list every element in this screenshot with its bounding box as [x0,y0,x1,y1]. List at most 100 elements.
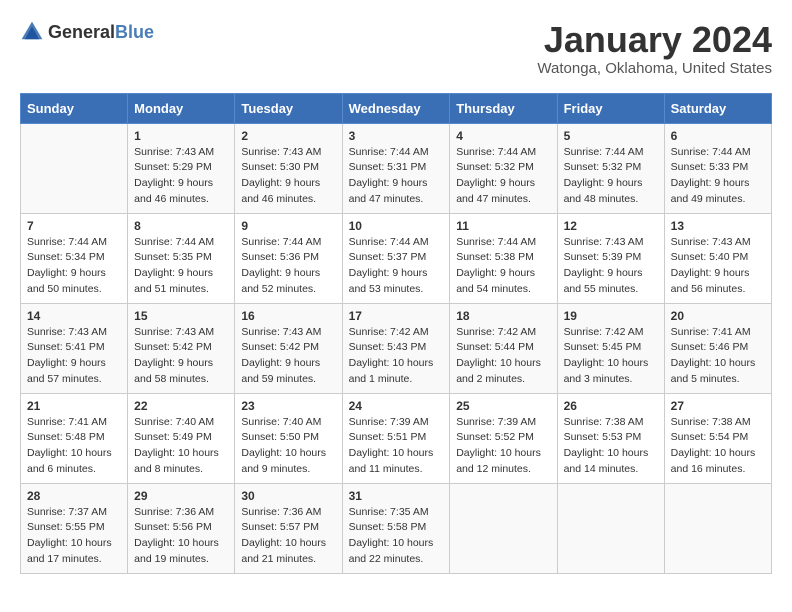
day-info: Sunrise: 7:41 AMSunset: 5:48 PMDaylight:… [27,415,121,478]
day-info: Sunrise: 7:36 AMSunset: 5:57 PMDaylight:… [241,505,335,568]
day-number: 7 [27,219,121,233]
day-number: 27 [671,399,765,413]
header-cell-saturday: Saturday [664,93,771,123]
day-cell: 15 Sunrise: 7:43 AMSunset: 5:42 PMDayligh… [128,303,235,393]
day-number: 30 [241,489,335,503]
logo: General Blue [20,20,154,44]
day-number: 4 [456,129,550,143]
day-cell: 25 Sunrise: 7:39 AMSunset: 5:52 PMDayligh… [450,393,557,483]
title-area: January 2024 Watonga, Oklahoma, United S… [537,20,772,77]
day-cell: 7 Sunrise: 7:44 AMSunset: 5:34 PMDaylight… [21,213,128,303]
day-cell: 16Sunrise: 7:43 AMSunset: 5:42 PMDayligh… [235,303,342,393]
day-number: 29 [134,489,228,503]
week-row-1: 1 Sunrise: 7:43 AMSunset: 5:29 PMDaylight… [21,123,772,213]
header-row: SundayMondayTuesdayWednesdayThursdayFrid… [21,93,772,123]
day-number: 26 [564,399,658,413]
day-number: 12 [564,219,658,233]
day-number: 23 [241,399,335,413]
day-number: 21 [27,399,121,413]
day-cell: 22Sunrise: 7:40 AMSunset: 5:49 PMDayligh… [128,393,235,483]
day-number: 31 [349,489,444,503]
day-info: Sunrise: 7:38 AMSunset: 5:53 PMDaylight:… [564,415,658,478]
day-cell [664,483,771,573]
day-info: Sunrise: 7:43 AMSunset: 5:42 PMDaylight:… [134,325,228,388]
day-cell: 9Sunrise: 7:44 AMSunset: 5:36 PMDaylight… [235,213,342,303]
day-number: 24 [349,399,444,413]
day-info: Sunrise: 7:37 AMSunset: 5:55 PMDaylight:… [27,505,121,568]
week-row-5: 28 Sunrise: 7:37 AMSunset: 5:55 PMDayligh… [21,483,772,573]
calendar-body: 1 Sunrise: 7:43 AMSunset: 5:29 PMDaylight… [21,123,772,573]
day-cell: 1 Sunrise: 7:43 AMSunset: 5:29 PMDaylight… [128,123,235,213]
day-cell: 29 Sunrise: 7:36 AMSunset: 5:56 PMDayligh… [128,483,235,573]
calendar-subtitle: Watonga, Oklahoma, United States [537,60,772,77]
calendar-table: SundayMondayTuesdayWednesdayThursdayFrid… [20,93,772,574]
day-cell: 19Sunrise: 7:42 AMSunset: 5:45 PMDayligh… [557,303,664,393]
week-row-4: 21 Sunrise: 7:41 AMSunset: 5:48 PMDayligh… [21,393,772,483]
day-info: Sunrise: 7:44 AMSunset: 5:32 PMDaylight:… [564,145,658,208]
day-number: 25 [456,399,550,413]
day-number: 14 [27,309,121,323]
calendar-header: SundayMondayTuesdayWednesdayThursdayFrid… [21,93,772,123]
day-cell: 17Sunrise: 7:42 AMSunset: 5:43 PMDayligh… [342,303,450,393]
day-info: Sunrise: 7:44 AMSunset: 5:37 PMDaylight:… [349,235,444,298]
day-info: Sunrise: 7:44 AMSunset: 5:36 PMDaylight:… [241,235,335,298]
day-number: 8 [134,219,228,233]
calendar-title: January 2024 [537,20,772,60]
day-info: Sunrise: 7:44 AMSunset: 5:34 PMDaylight:… [27,235,121,298]
day-cell [21,123,128,213]
week-row-2: 7 Sunrise: 7:44 AMSunset: 5:34 PMDaylight… [21,213,772,303]
day-cell: 5 Sunrise: 7:44 AMSunset: 5:32 PMDaylight… [557,123,664,213]
day-info: Sunrise: 7:43 AMSunset: 5:30 PMDaylight:… [241,145,335,208]
day-cell: 18Sunrise: 7:42 AMSunset: 5:44 PMDayligh… [450,303,557,393]
day-info: Sunrise: 7:40 AMSunset: 5:50 PMDaylight:… [241,415,335,478]
logo-icon [20,20,44,44]
day-info: Sunrise: 7:36 AMSunset: 5:56 PMDaylight:… [134,505,228,568]
day-number: 18 [456,309,550,323]
day-number: 16 [241,309,335,323]
day-info: Sunrise: 7:42 AMSunset: 5:43 PMDaylight:… [349,325,444,388]
day-cell: 31 Sunrise: 7:35 AMSunset: 5:58 PMDayligh… [342,483,450,573]
day-cell: 23 Sunrise: 7:40 AMSunset: 5:50 PMDayligh… [235,393,342,483]
day-number: 3 [349,129,444,143]
day-cell [450,483,557,573]
day-info: Sunrise: 7:39 AMSunset: 5:52 PMDaylight:… [456,415,550,478]
day-number: 13 [671,219,765,233]
day-number: 28 [27,489,121,503]
logo-blue: Blue [115,22,154,43]
day-number: 5 [564,129,658,143]
day-cell: 12 Sunrise: 7:43 AMSunset: 5:39 PMDayligh… [557,213,664,303]
day-info: Sunrise: 7:44 AMSunset: 5:35 PMDaylight:… [134,235,228,298]
day-cell: 10 Sunrise: 7:44 AMSunset: 5:37 PMDayligh… [342,213,450,303]
day-info: Sunrise: 7:44 AMSunset: 5:32 PMDaylight:… [456,145,550,208]
day-cell: 4 Sunrise: 7:44 AMSunset: 5:32 PMDaylight… [450,123,557,213]
day-number: 11 [456,219,550,233]
day-info: Sunrise: 7:44 AMSunset: 5:38 PMDaylight:… [456,235,550,298]
day-cell: 30 Sunrise: 7:36 AMSunset: 5:57 PMDayligh… [235,483,342,573]
day-cell: 27Sunrise: 7:38 AMSunset: 5:54 PMDayligh… [664,393,771,483]
day-info: Sunrise: 7:43 AMSunset: 5:39 PMDaylight:… [564,235,658,298]
header-cell-monday: Monday [128,93,235,123]
day-number: 10 [349,219,444,233]
day-cell: 24 Sunrise: 7:39 AMSunset: 5:51 PMDayligh… [342,393,450,483]
day-number: 2 [241,129,335,143]
day-number: 15 [134,309,228,323]
day-cell: 21 Sunrise: 7:41 AMSunset: 5:48 PMDayligh… [21,393,128,483]
day-cell: 2 Sunrise: 7:43 AMSunset: 5:30 PMDaylight… [235,123,342,213]
day-number: 22 [134,399,228,413]
header-cell-wednesday: Wednesday [342,93,450,123]
logo-general: General [48,22,115,43]
day-info: Sunrise: 7:44 AMSunset: 5:31 PMDaylight:… [349,145,444,208]
day-number: 1 [134,129,228,143]
day-info: Sunrise: 7:43 AMSunset: 5:29 PMDaylight:… [134,145,228,208]
day-info: Sunrise: 7:44 AMSunset: 5:33 PMDaylight:… [671,145,765,208]
day-cell: 3 Sunrise: 7:44 AMSunset: 5:31 PMDaylight… [342,123,450,213]
day-info: Sunrise: 7:43 AMSunset: 5:40 PMDaylight:… [671,235,765,298]
day-cell: 28 Sunrise: 7:37 AMSunset: 5:55 PMDayligh… [21,483,128,573]
page-header: General Blue January 2024 Watonga, Oklah… [20,20,772,77]
day-info: Sunrise: 7:43 AMSunset: 5:41 PMDaylight:… [27,325,121,388]
day-info: Sunrise: 7:41 AMSunset: 5:46 PMDaylight:… [671,325,765,388]
day-info: Sunrise: 7:42 AMSunset: 5:45 PMDaylight:… [564,325,658,388]
day-info: Sunrise: 7:39 AMSunset: 5:51 PMDaylight:… [349,415,444,478]
day-info: Sunrise: 7:35 AMSunset: 5:58 PMDaylight:… [349,505,444,568]
day-cell: 11 Sunrise: 7:44 AMSunset: 5:38 PMDayligh… [450,213,557,303]
